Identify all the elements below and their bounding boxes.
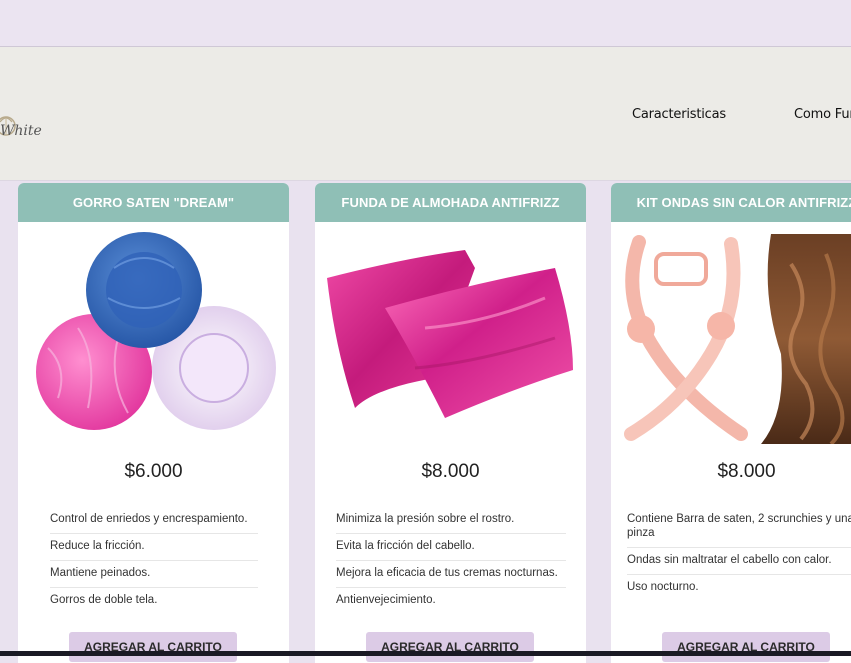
feature-item: Mejora la eficacia de tus cremas nocturn… bbox=[336, 561, 566, 588]
feature-item: Uso nocturno. bbox=[627, 581, 699, 593]
brand-logo-icon[interactable] bbox=[0, 78, 50, 156]
product-card-funda: FUNDA DE ALMOHADA ANTIFRIZZ $8.000 Minim… bbox=[315, 183, 586, 663]
feature-item: Contiene Barra de saten, 2 scrunchies y … bbox=[627, 507, 851, 548]
add-to-cart-button[interactable]: AGREGAR AL CARRITO bbox=[662, 632, 830, 662]
feature-item: Evita la fricción del cabello. bbox=[336, 534, 566, 561]
browser-top-strip bbox=[0, 0, 851, 47]
feature-item: Control de enriedos y encrespamiento. bbox=[50, 507, 258, 534]
product-price: $8.000 bbox=[717, 461, 776, 482]
feature-item: Antienvejecimiento. bbox=[336, 594, 436, 606]
feature-item: Reduce la fricción. bbox=[50, 534, 258, 561]
satin-pillowcase-image bbox=[327, 250, 573, 418]
add-to-cart-button[interactable]: AGREGAR AL CARRITO bbox=[69, 632, 237, 662]
os-taskbar bbox=[0, 651, 851, 656]
feature-item: Mantiene peinados. bbox=[50, 561, 258, 588]
product-price: $6.000 bbox=[124, 461, 183, 482]
product-title: GORRO SATEN "DREAM" bbox=[18, 183, 289, 222]
brand-logo-text: White bbox=[0, 123, 42, 139]
add-to-cart-button[interactable]: AGREGAR AL CARRITO bbox=[366, 632, 534, 662]
satin-bonnets-image bbox=[36, 232, 276, 430]
product-features-list: Control de enriedos y encrespamiento. Re… bbox=[50, 507, 258, 614]
product-card-gorro: GORRO SATEN "DREAM" $6.000 Control de en… bbox=[18, 183, 289, 663]
product-features-list: Minimiza la presión sobre el rostro. Evi… bbox=[336, 507, 566, 614]
feature-item: Ondas sin maltratar el cabello con calor… bbox=[627, 548, 851, 575]
product-price: $8.000 bbox=[421, 461, 480, 482]
site-navbar: White Caracteristicas Como Fur bbox=[0, 47, 851, 181]
feature-item: Gorros de doble tela. bbox=[50, 594, 158, 606]
heatless-curls-kit-image bbox=[624, 234, 851, 444]
product-title: KIT ONDAS SIN CALOR ANTIFRIZZ bbox=[611, 183, 851, 222]
product-title: FUNDA DE ALMOHADA ANTIFRIZZ bbox=[315, 183, 586, 222]
product-features-list: Contiene Barra de saten, 2 scrunchies y … bbox=[627, 507, 851, 601]
product-card-kit-ondas: KIT ONDAS SIN CALOR ANTIFRIZZ $8.000 Con… bbox=[611, 183, 851, 663]
nav-link-caracteristicas[interactable]: Caracteristicas bbox=[632, 107, 726, 122]
nav-link-como-funciona[interactable]: Como Fur bbox=[794, 107, 851, 122]
feature-item: Minimiza la presión sobre el rostro. bbox=[336, 507, 566, 534]
